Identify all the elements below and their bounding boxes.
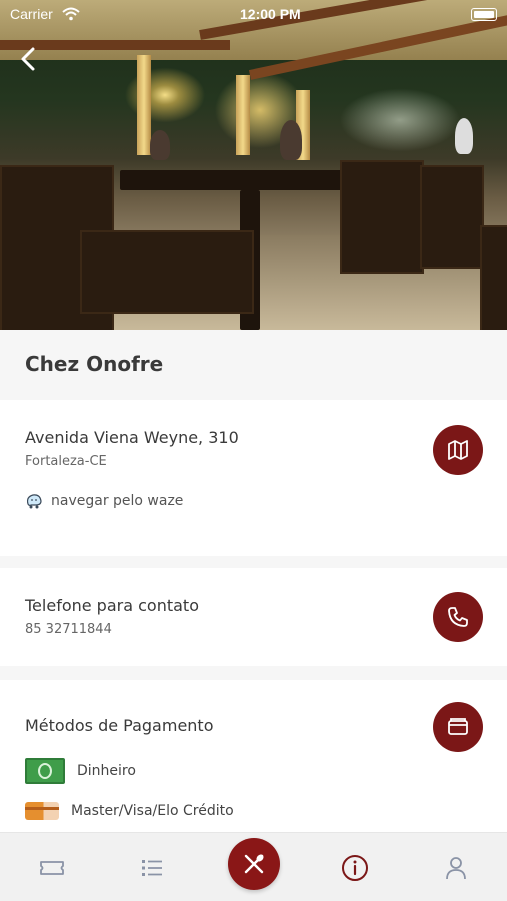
clock: 12:00 PM bbox=[240, 6, 301, 22]
cash-icon bbox=[25, 758, 65, 784]
payment-method-label: Master/Visa/Elo Crédito bbox=[71, 803, 234, 819]
ticket-icon bbox=[40, 861, 64, 875]
chair bbox=[80, 230, 254, 314]
address-card: Avenida Viena Weyne, 310 Fortaleza-CE na… bbox=[0, 400, 507, 556]
people bbox=[455, 118, 473, 154]
restaurant-photo bbox=[0, 0, 507, 330]
payment-method-item: Master/Visa/Elo Crédito bbox=[25, 802, 234, 820]
list-icon bbox=[142, 860, 162, 876]
wifi-icon bbox=[62, 7, 80, 21]
payment-title: Métodos de Pagamento bbox=[25, 716, 214, 735]
payment-method-label: Dinheiro bbox=[77, 763, 136, 779]
address-city: Fortaleza-CE bbox=[25, 454, 107, 469]
chair bbox=[420, 165, 484, 269]
wallet-icon bbox=[448, 718, 468, 735]
back-button[interactable] bbox=[14, 44, 44, 74]
chevron-left-icon bbox=[21, 47, 35, 71]
waze-label: navegar pelo waze bbox=[51, 493, 184, 509]
payment-method-item: Dinheiro bbox=[25, 758, 136, 784]
tab-bar bbox=[0, 832, 507, 901]
payment-card: Métodos de Pagamento Dinheiro Master/Vis… bbox=[0, 680, 507, 840]
contact-card: Telefone para contato 85 32711844 bbox=[0, 568, 507, 666]
post bbox=[137, 55, 151, 155]
chair bbox=[480, 225, 507, 330]
call-button[interactable] bbox=[433, 592, 483, 642]
address-street: Avenida Viena Weyne, 310 bbox=[25, 428, 239, 447]
tab-list[interactable] bbox=[137, 853, 167, 883]
chair bbox=[340, 160, 424, 274]
tab-restaurant[interactable] bbox=[228, 838, 280, 890]
tab-tickets[interactable] bbox=[37, 853, 67, 883]
payment-button[interactable] bbox=[433, 702, 483, 752]
profile-icon bbox=[446, 857, 466, 880]
restaurant-name: Chez Onofre bbox=[25, 352, 164, 376]
post bbox=[236, 75, 250, 155]
waze-icon bbox=[26, 494, 42, 509]
contact-phone: 85 32711844 bbox=[25, 622, 112, 637]
battery-icon bbox=[471, 8, 497, 21]
title-section: Chez Onofre bbox=[0, 330, 507, 398]
status-bar: Carrier 12:00 PM bbox=[10, 4, 497, 24]
carrier-label: Carrier bbox=[10, 6, 53, 22]
restaurant-icon bbox=[244, 854, 264, 874]
people bbox=[150, 130, 170, 160]
people bbox=[280, 120, 302, 160]
waze-link[interactable]: navegar pelo waze bbox=[25, 492, 183, 510]
credit-card-icon bbox=[25, 802, 59, 820]
table bbox=[120, 170, 350, 190]
map-button[interactable] bbox=[433, 425, 483, 475]
info-icon bbox=[342, 855, 368, 881]
contact-label: Telefone para contato bbox=[25, 596, 199, 615]
tab-info[interactable] bbox=[340, 853, 370, 883]
phone-icon bbox=[448, 607, 468, 627]
tab-profile[interactable] bbox=[441, 853, 471, 883]
map-icon bbox=[448, 440, 468, 460]
